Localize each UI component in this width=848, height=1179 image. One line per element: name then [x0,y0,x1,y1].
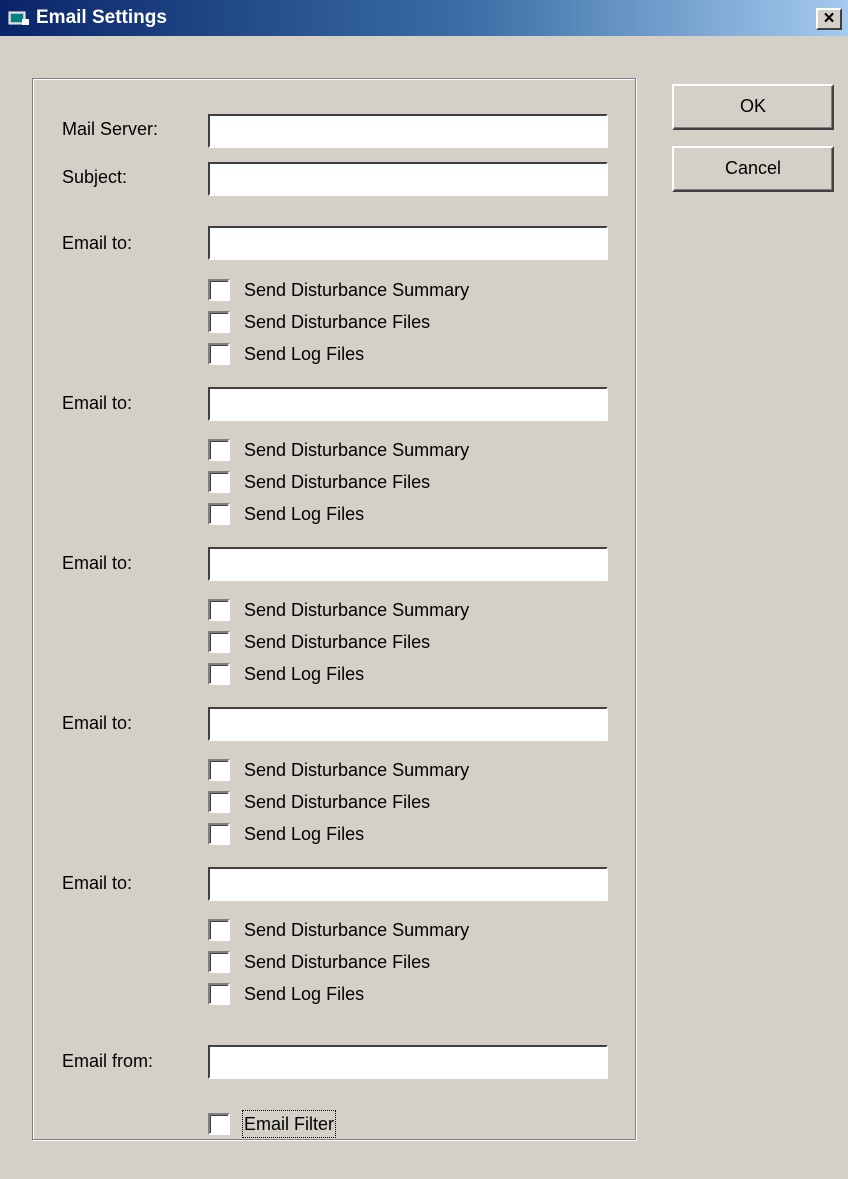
checkbox-label: Send Log Files [244,984,365,1004]
checkbox-box[interactable] [208,471,230,493]
checkbox-label: Send Disturbance Summary [244,280,470,300]
checkbox-label: Send Disturbance Files [244,312,431,332]
checkbox-label: Send Disturbance Files [244,792,431,812]
email-to-label: Email to: [62,713,133,733]
checkbox-box[interactable] [208,823,230,845]
checkbox-box[interactable] [208,343,230,365]
email-to-input-5[interactable] [208,867,608,901]
checkbox-box[interactable] [208,279,230,301]
checkbox-box[interactable] [208,951,230,973]
checkbox-label: Send Log Files [244,664,365,684]
email-from-input[interactable] [208,1045,608,1079]
checkbox-box[interactable] [208,503,230,525]
email-to-input-2[interactable] [208,387,608,421]
email-to-input-4[interactable] [208,707,608,741]
email-to-input-1[interactable] [208,226,608,260]
email-to-input-3[interactable] [208,547,608,581]
checkbox-label: Send Disturbance Summary [244,600,470,620]
email-to-label: Email to: [62,393,133,413]
cancel-button[interactable]: Cancel [672,146,834,192]
checkbox-label: Send Disturbance Summary [244,760,470,780]
checkbox-box[interactable] [208,759,230,781]
subject-input[interactable] [208,162,608,196]
checkbox-label: Send Disturbance Files [244,952,431,972]
checkbox-box[interactable] [208,919,230,941]
close-button[interactable]: × [816,8,842,30]
email-to-label: Email to: [62,553,133,573]
checkbox-label: Send Log Files [244,824,365,844]
checkbox-label: Send Disturbance Summary [244,920,470,940]
window-title: Email Settings [36,7,167,28]
checkbox-box[interactable] [208,599,230,621]
checkbox-label: Send Disturbance Summary [244,440,470,460]
checkbox-box[interactable] [208,1113,230,1135]
email-to-label: Email to: [62,233,133,253]
window-app-icon [8,11,29,25]
checkbox-box[interactable] [208,439,230,461]
checkbox-box[interactable] [208,791,230,813]
checkbox-label: Send Log Files [244,504,365,524]
checkbox-box[interactable] [208,663,230,685]
email-to-label: Email to: [62,873,133,893]
checkbox-label: Send Disturbance Files [244,632,431,652]
close-icon: × [823,8,835,29]
email-from-label: Email from: [62,1051,154,1071]
ok-button[interactable]: OK [672,84,834,130]
checkbox-label: Send Disturbance Files [244,472,431,492]
checkbox-box[interactable] [208,631,230,653]
checkbox-label: Send Log Files [244,344,365,364]
checkbox-box[interactable] [208,311,230,333]
checkbox-box[interactable] [208,983,230,1005]
email-filter-label: Email Filter [241,1110,337,1138]
subject-label: Subject: [62,167,128,187]
mail-server-label: Mail Server: [62,119,159,139]
title-bar: Email Settings × [0,0,848,36]
mail-server-input[interactable] [208,114,608,148]
